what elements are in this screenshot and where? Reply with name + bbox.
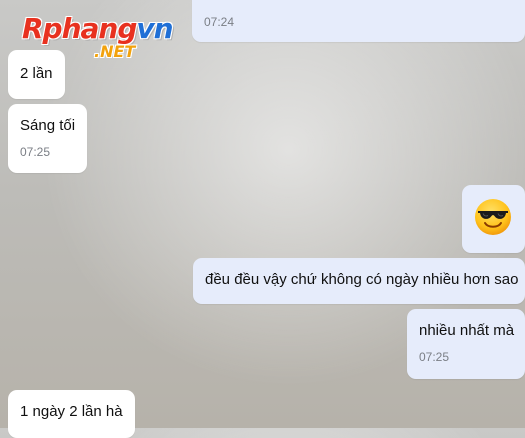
message-bubble-incoming[interactable]: Sáng tối 07:25 [8, 104, 88, 173]
message-bubble-outgoing[interactable]: nhiều nhất mà 07:25 [407, 309, 525, 379]
message-bubble-outgoing-emoji[interactable] [462, 185, 525, 253]
sunglasses-emoji-icon [475, 199, 511, 235]
message-text: 2 lần [20, 65, 53, 82]
watermark-suffix: .NET [94, 42, 136, 61]
message-text: 1 ngày 2 lần hà [20, 403, 123, 420]
message-text: đều đều vậy chứ không có ngày nhiều hơn … [205, 271, 519, 288]
message-text: Sáng tối [20, 117, 76, 134]
message-timestamp: 07:24 [204, 15, 235, 29]
message-timestamp: 07:25 [20, 145, 51, 159]
message-bubble-incoming[interactable]: 1 ngày 2 lần hà [8, 390, 135, 438]
message-bubble-incoming[interactable]: 2 lần [8, 50, 65, 99]
message-timestamp: 07:25 [419, 350, 450, 364]
message-text: nhiều nhất mà [419, 322, 515, 339]
message-bubble-outgoing[interactable]: 07:24 [192, 0, 525, 42]
watermark-brand-red: Rphang [22, 12, 137, 45]
message-bubble-outgoing[interactable]: đều đều vậy chứ không có ngày nhiều hơn … [193, 258, 525, 304]
watermark-brand-blue: vn [136, 12, 173, 45]
watermark-brand: Rphangvn [22, 12, 174, 45]
